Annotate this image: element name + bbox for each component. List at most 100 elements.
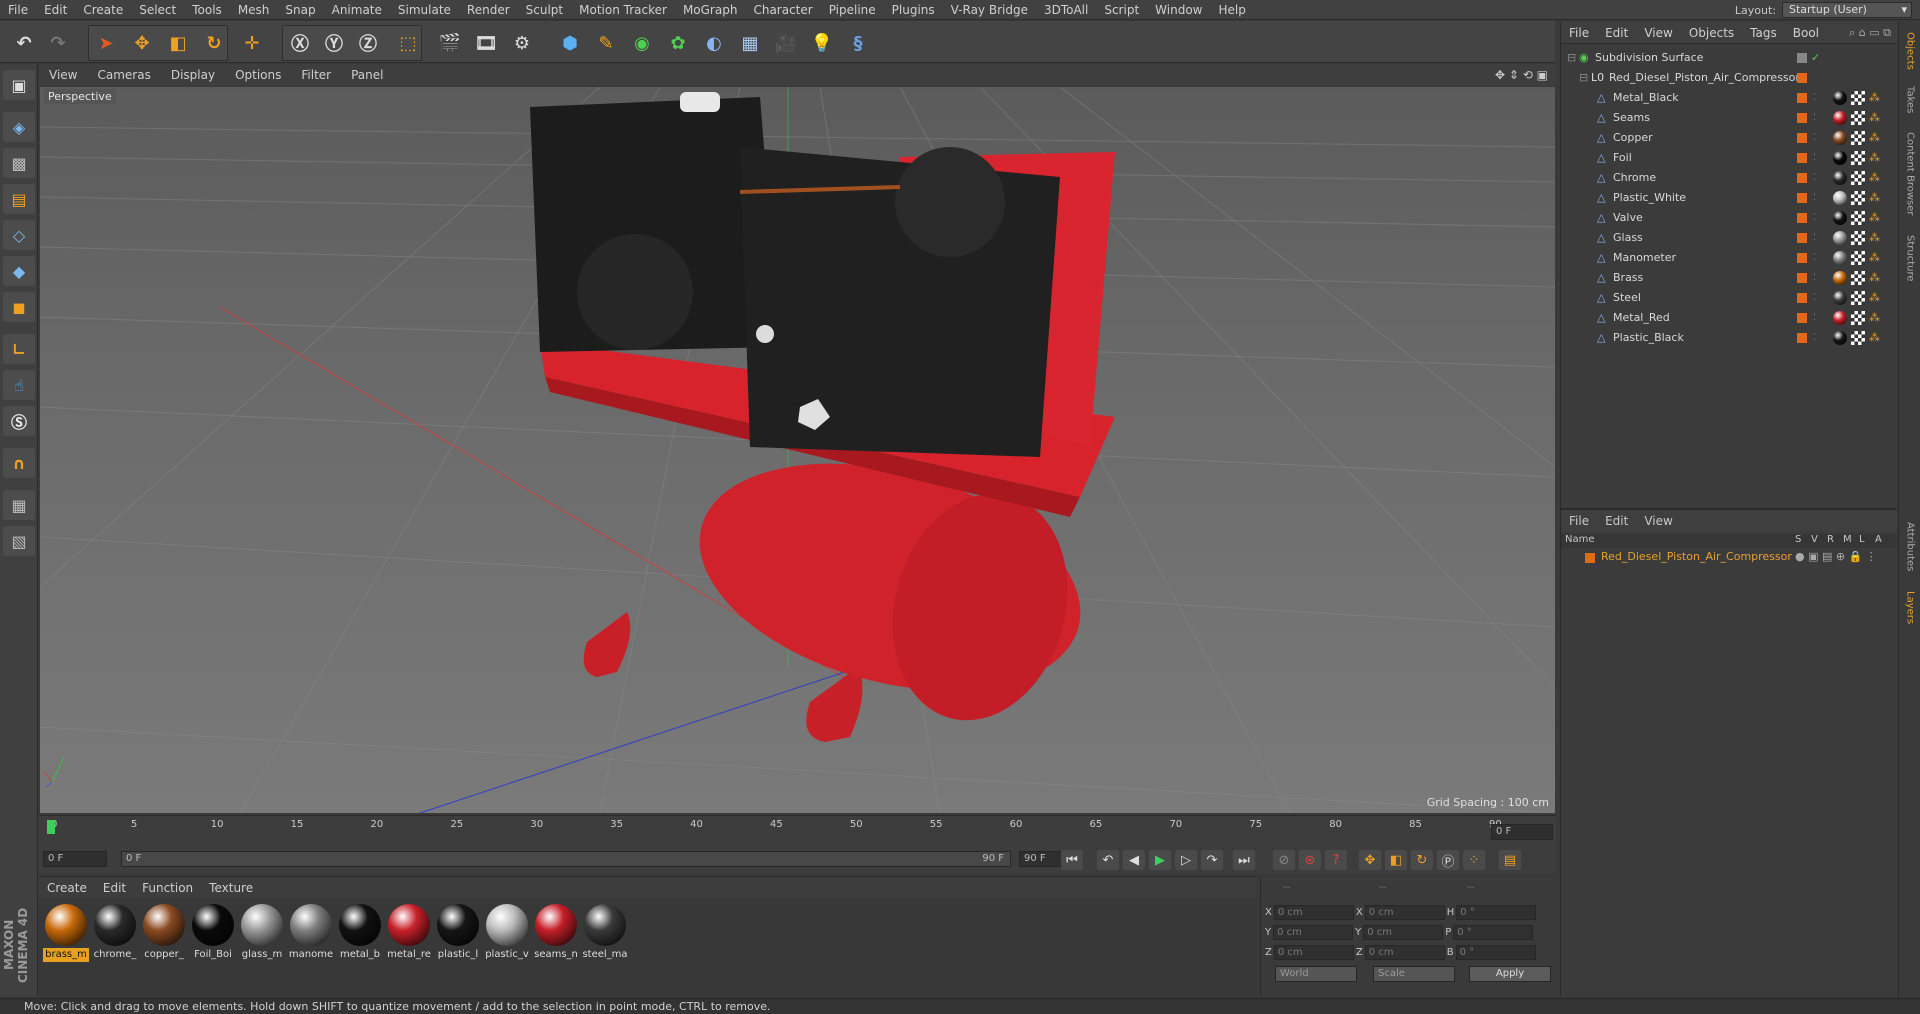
key-parameter-icon[interactable]: Ⓟ: [1437, 850, 1459, 870]
apply-button[interactable]: Apply: [1469, 966, 1551, 982]
coord-space-dropdown[interactable]: World: [1275, 966, 1357, 982]
material-tag-icon[interactable]: [1833, 311, 1847, 325]
material-swatch[interactable]: brass_m: [43, 902, 89, 962]
key-pla-icon[interactable]: ⁘: [1463, 850, 1485, 870]
viewport-camera-label[interactable]: Perspective: [44, 89, 116, 104]
material-tag-icon[interactable]: [1833, 111, 1847, 125]
polygons-mode-icon[interactable]: ◼: [3, 292, 35, 322]
object-row[interactable]: △ Foil ⁚ ⁂: [1561, 148, 1897, 168]
material-menu-edit[interactable]: Edit: [95, 881, 134, 895]
uvw-tag-icon[interactable]: [1851, 191, 1865, 205]
autokey-icon[interactable]: ⊛: [1299, 850, 1321, 870]
phong-tag-icon[interactable]: ⁂: [1869, 328, 1880, 348]
timeline-ruler[interactable]: 051015202530354045505560657075808590 0 F: [39, 815, 1556, 847]
coord-mode-dropdown[interactable]: Scale: [1373, 966, 1455, 982]
tab-structure[interactable]: Structure: [1901, 228, 1919, 288]
material-tag-icon[interactable]: [1833, 271, 1847, 285]
workplane-mode-icon[interactable]: ▤: [3, 184, 35, 214]
material-swatch[interactable]: plastic_l: [435, 902, 481, 962]
phong-tag-icon[interactable]: ⁂: [1869, 88, 1880, 108]
menu-vray-bridge[interactable]: V-Ray Bridge: [943, 0, 1036, 20]
material-tag-icon[interactable]: [1833, 331, 1847, 345]
play-icon[interactable]: ▶: [1149, 850, 1171, 870]
points-mode-icon[interactable]: ◇: [3, 220, 35, 250]
uvw-tag-icon[interactable]: [1851, 231, 1865, 245]
render-view-icon[interactable]: 🎬: [434, 27, 466, 59]
timeline-window-icon[interactable]: ▤: [1499, 850, 1521, 870]
phong-tag-icon[interactable]: ⁂: [1869, 148, 1880, 168]
goto-start-icon[interactable]: ⏮: [1061, 850, 1083, 870]
object-row[interactable]: △ Steel ⁚ ⁂: [1561, 288, 1897, 308]
z-axis-icon[interactable]: Ⓩ: [352, 27, 384, 59]
rotate-icon[interactable]: ↻: [198, 27, 230, 59]
size-z-input[interactable]: 0 cm: [1364, 944, 1445, 960]
viewport-menu-panel[interactable]: Panel: [341, 68, 393, 82]
deformer-icon[interactable]: ◐: [698, 27, 730, 59]
layer-toggle-icons[interactable]: ● ▣ ▤ ⊕ 🔒 ⋮: [1795, 550, 1877, 563]
viewport-menu-options[interactable]: Options: [225, 68, 291, 82]
keyframe-selection-icon[interactable]: ?: [1325, 850, 1347, 870]
enabled-check-icon[interactable]: ✓: [1811, 48, 1820, 68]
material-tag-icon[interactable]: [1833, 251, 1847, 265]
light-icon[interactable]: 💡: [806, 27, 838, 59]
compressor-model[interactable]: [530, 92, 1115, 742]
material-tag-icon[interactable]: [1833, 91, 1847, 105]
object-row-group[interactable]: ⊟ L0 Red_Diesel_Piston_Air_Compressor: [1561, 68, 1897, 88]
object-row-root[interactable]: ⊟ ◉ Subdivision Surface ✓: [1561, 48, 1897, 68]
menu-character[interactable]: Character: [745, 0, 820, 20]
visibility-dots-icon[interactable]: ⁚: [1813, 128, 1816, 148]
object-row[interactable]: △ Metal_Black ⁚ ⁂: [1561, 88, 1897, 108]
3d-viewport[interactable]: Perspective Grid Spacing : 100 cm: [40, 87, 1555, 813]
key-position-icon[interactable]: ✥: [1359, 850, 1381, 870]
viewport-menu-filter[interactable]: Filter: [291, 68, 341, 82]
uvw-tag-icon[interactable]: [1851, 291, 1865, 305]
menu-simulate[interactable]: Simulate: [390, 0, 459, 20]
uvw-tag-icon[interactable]: [1851, 131, 1865, 145]
y-axis-icon[interactable]: Ⓨ: [318, 27, 350, 59]
menu-select[interactable]: Select: [131, 0, 184, 20]
key-rotation-icon[interactable]: ↻: [1411, 850, 1433, 870]
model-mode-icon[interactable]: ◈: [3, 112, 35, 142]
material-swatch[interactable]: metal_re: [386, 902, 432, 962]
objects-search-icon[interactable]: ⌕ ⌂ ▭ ⧉: [1849, 26, 1891, 40]
material-tag-icon[interactable]: [1833, 151, 1847, 165]
phong-tag-icon[interactable]: ⁂: [1869, 108, 1880, 128]
menu-motion-tracker[interactable]: Motion Tracker: [571, 0, 675, 20]
menu-pipeline[interactable]: Pipeline: [821, 0, 884, 20]
magnet-icon[interactable]: ∩: [3, 448, 35, 478]
phong-tag-icon[interactable]: ⁂: [1869, 168, 1880, 188]
layer-color-swatch[interactable]: [1585, 553, 1595, 563]
material-swatch[interactable]: metal_b: [337, 902, 383, 962]
phong-tag-icon[interactable]: ⁂: [1869, 128, 1880, 148]
current-frame-field[interactable]: 0 F: [1491, 824, 1553, 840]
viewport-menu-cameras[interactable]: Cameras: [87, 68, 160, 82]
material-menu-function[interactable]: Function: [134, 881, 201, 895]
visibility-dots-icon[interactable]: ⁚: [1813, 148, 1816, 168]
menu-mesh[interactable]: Mesh: [230, 0, 278, 20]
visibility-dots-icon[interactable]: ⁚: [1813, 228, 1816, 248]
collapse-icon[interactable]: ⊟: [1567, 48, 1576, 68]
record-keys-icon[interactable]: ⊘: [1273, 850, 1295, 870]
visibility-dots-icon[interactable]: ⁚: [1813, 288, 1816, 308]
material-swatch[interactable]: steel_ma: [582, 902, 628, 962]
layout-dropdown[interactable]: Startup (User): [1782, 2, 1912, 18]
visibility-dots-icon[interactable]: ⁚: [1813, 268, 1816, 288]
objects-menu-file[interactable]: File: [1561, 26, 1597, 40]
material-tag-icon[interactable]: [1833, 191, 1847, 205]
menu-window[interactable]: Window: [1147, 0, 1210, 20]
object-row[interactable]: △ Chrome ⁚ ⁂: [1561, 168, 1897, 188]
menu-sculpt[interactable]: Sculpt: [518, 0, 571, 20]
make-editable-icon[interactable]: ▣: [3, 70, 35, 100]
render-settings-icon[interactable]: ⚙: [506, 27, 538, 59]
prev-frame-icon[interactable]: ◀: [1123, 850, 1145, 870]
menu-help[interactable]: Help: [1210, 0, 1253, 20]
material-tag-icon[interactable]: [1833, 291, 1847, 305]
tab-objects[interactable]: Objects: [1901, 26, 1919, 76]
layer-row[interactable]: Red_Diesel_Piston_Air_Compressor ● ▣ ▤ ⊕…: [1561, 550, 1897, 566]
uvw-tag-icon[interactable]: [1851, 151, 1865, 165]
snap-icon[interactable]: Ⓢ: [3, 406, 35, 436]
x-axis-icon[interactable]: Ⓧ: [284, 27, 316, 59]
viewport-menu-display[interactable]: Display: [161, 68, 225, 82]
material-swatch[interactable]: plastic_v: [484, 902, 530, 962]
rotation-h-input[interactable]: 0 °: [1456, 904, 1537, 920]
